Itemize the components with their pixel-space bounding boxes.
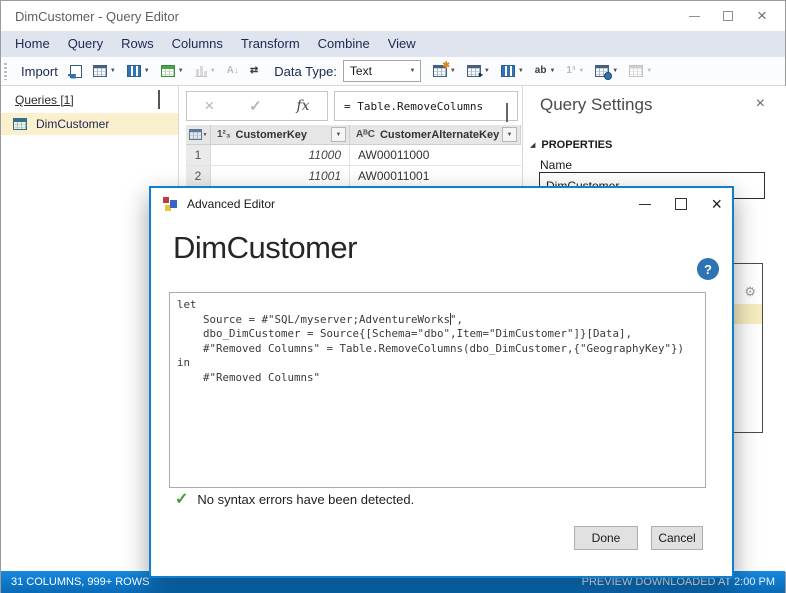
merge-columns-icon: ▼ bbox=[629, 65, 652, 77]
query-list-item-dimcustomer[interactable]: DimCustomer bbox=[1, 113, 178, 135]
import-button[interactable]: Import bbox=[21, 64, 58, 79]
format-column-icon[interactable]: ab ▼ bbox=[535, 65, 556, 77]
code-line: let bbox=[177, 298, 197, 311]
menu-combine[interactable]: Combine bbox=[309, 31, 379, 57]
m-code-editor[interactable]: let Source = #"SQL/myserver;AdventureWor… bbox=[169, 292, 706, 488]
data-type-value: Text bbox=[349, 64, 372, 78]
advanced-editor-app-icon bbox=[162, 196, 178, 212]
query-item-label: DimCustomer bbox=[36, 117, 110, 131]
discard-formula-icon[interactable]: × bbox=[204, 96, 214, 116]
remove-columns-icon[interactable]: ▼ bbox=[126, 65, 150, 77]
toolbar: Import ▼ ▼ ▼ ▼ A↓ ⇄ Data Type: Text ▼ ✱ ▼… bbox=[1, 57, 785, 86]
column-profile-icon: ▼ bbox=[194, 65, 216, 77]
menu-view[interactable]: View bbox=[379, 31, 425, 57]
numeric-type-icon: 1²₃ bbox=[217, 129, 231, 140]
syntax-status: ✓ No syntax errors have been detected. bbox=[175, 489, 414, 509]
paste-icon[interactable] bbox=[67, 64, 82, 79]
maximize-icon[interactable] bbox=[711, 3, 745, 29]
filter-dropdown-icon[interactable]: ▼ bbox=[502, 127, 517, 142]
dialog-close-icon[interactable]: × bbox=[711, 195, 722, 213]
menu-query[interactable]: Query bbox=[59, 31, 112, 57]
toolbar-right-icons: ✱ ▼ ▸ ▼ ▼ ab ▼ 1³ ▼ ▼ ▼ bbox=[432, 61, 652, 80]
dialog-heading: DimCustomer bbox=[173, 230, 357, 265]
add-column-icon[interactable]: ✱ ▼ bbox=[432, 61, 456, 77]
menu-bar: Home Query Rows Columns Transform Combin… bbox=[1, 31, 785, 57]
commit-formula-icon[interactable]: ✓ bbox=[249, 97, 262, 115]
data-type-label: Data Type: bbox=[274, 63, 337, 79]
toolbar-grip[interactable] bbox=[4, 63, 7, 80]
formula-expression: = Table.RemoveColumns bbox=[344, 99, 484, 113]
split-column-icon[interactable]: ▼ bbox=[500, 65, 524, 77]
data-preview-grid: ▼ 1²₃ CustomerKey ▼ AᴮC CustomerAlternat… bbox=[186, 125, 521, 213]
formula-bar[interactable]: = Table.RemoveColumns bbox=[334, 91, 518, 122]
window-controls: × bbox=[677, 1, 779, 31]
success-check-icon: ✓ bbox=[175, 491, 189, 508]
filter-dropdown-icon[interactable]: ▼ bbox=[331, 127, 346, 142]
help-icon[interactable]: ? bbox=[697, 258, 719, 280]
text-cursor bbox=[450, 313, 451, 325]
code-line: Source = #"SQL/myserver;AdventureWorks", bbox=[177, 312, 464, 326]
dialog-minimize-icon[interactable] bbox=[639, 203, 652, 205]
table-row[interactable]: 2 11001 AW00011001 bbox=[186, 166, 521, 187]
properties-section-header[interactable]: ◢ PROPERTIES bbox=[530, 139, 612, 151]
toolbar-left-icons: ▼ ▼ ▼ ▼ A↓ ⇄ bbox=[67, 64, 258, 79]
column-header-customeralternatekey[interactable]: AᴮC CustomerAlternateKey ▼ bbox=[350, 125, 521, 144]
collapse-panel-icon[interactable] bbox=[158, 90, 168, 109]
formula-expand-icon[interactable] bbox=[506, 103, 508, 122]
group-by-icon[interactable]: ▸ ▼ bbox=[466, 65, 490, 79]
grid-header-row: ▼ 1²₃ CustomerKey ▼ AᴮC CustomerAlternat… bbox=[186, 125, 521, 145]
dialog-title: Advanced Editor bbox=[187, 197, 276, 211]
query-settings-title: Query Settings bbox=[540, 95, 653, 114]
code-line: #"Removed Columns" = Table.RemoveColumns… bbox=[177, 341, 685, 355]
data-type-combobox[interactable]: Text ▼ bbox=[342, 60, 421, 82]
table-icon bbox=[188, 129, 202, 140]
table-menu-icon[interactable]: ▼ bbox=[203, 132, 208, 138]
select-all-cell[interactable]: ▼ bbox=[186, 125, 211, 144]
column-header-customerkey[interactable]: 1²₃ CustomerKey ▼ bbox=[211, 125, 350, 144]
code-line: dbo_DimCustomer = Source{[Schema="dbo",I… bbox=[177, 327, 633, 340]
queries-header[interactable]: Queries [1] bbox=[15, 93, 74, 107]
code-line: in bbox=[177, 356, 191, 369]
table-row[interactable]: 1 11000 AW00011000 bbox=[186, 145, 521, 166]
keep-rows-icon[interactable]: ▼ bbox=[160, 65, 184, 77]
advanced-editor-dialog: Advanced Editor × DimCustomer ? let Sour… bbox=[149, 186, 734, 578]
name-label: Name bbox=[540, 158, 573, 172]
menu-home[interactable]: Home bbox=[6, 31, 59, 57]
close-settings-icon[interactable]: × bbox=[756, 95, 765, 113]
dialog-title-bar[interactable]: Advanced Editor × bbox=[151, 188, 732, 220]
transpose-icon[interactable]: ⇄ bbox=[250, 65, 258, 77]
query-table-icon bbox=[13, 118, 27, 130]
cancel-button[interactable]: Cancel bbox=[651, 526, 703, 550]
menu-transform[interactable]: Transform bbox=[232, 31, 309, 57]
window-title: DimCustomer - Query Editor bbox=[15, 8, 179, 24]
query-editor-window: DimCustomer - Query Editor × Home Query … bbox=[0, 0, 786, 593]
text-type-icon: AᴮC bbox=[356, 129, 375, 140]
menu-columns[interactable]: Columns bbox=[163, 31, 232, 57]
collapse-triangle-icon: ◢ bbox=[530, 142, 536, 149]
title-bar: DimCustomer - Query Editor × bbox=[1, 1, 785, 31]
fx-icon[interactable]: fx bbox=[297, 98, 310, 114]
syntax-message: No syntax errors have been detected. bbox=[197, 491, 415, 507]
minimize-icon[interactable] bbox=[677, 3, 711, 29]
status-columns-rows: 31 COLUMNS, 999+ ROWS bbox=[11, 576, 150, 588]
menu-rows[interactable]: Rows bbox=[112, 31, 163, 57]
formula-toolbar: × ✓ fx bbox=[186, 91, 328, 121]
date-time-icon[interactable]: ▼ bbox=[595, 65, 618, 80]
dialog-maximize-icon[interactable] bbox=[675, 198, 688, 210]
gear-icon[interactable]: ⚙ bbox=[744, 284, 756, 300]
choose-columns-icon[interactable]: ▼ bbox=[92, 65, 116, 77]
close-icon[interactable]: × bbox=[745, 3, 779, 29]
done-button[interactable]: Done bbox=[574, 526, 638, 550]
dialog-window-controls: × bbox=[639, 188, 722, 220]
parse-icon: 1³ ▼ bbox=[566, 65, 585, 76]
code-line: #"Removed Columns" bbox=[177, 370, 321, 384]
sort-icon: A↓ bbox=[226, 65, 239, 76]
data-type-dropdown-icon[interactable]: ▼ bbox=[405, 61, 420, 81]
